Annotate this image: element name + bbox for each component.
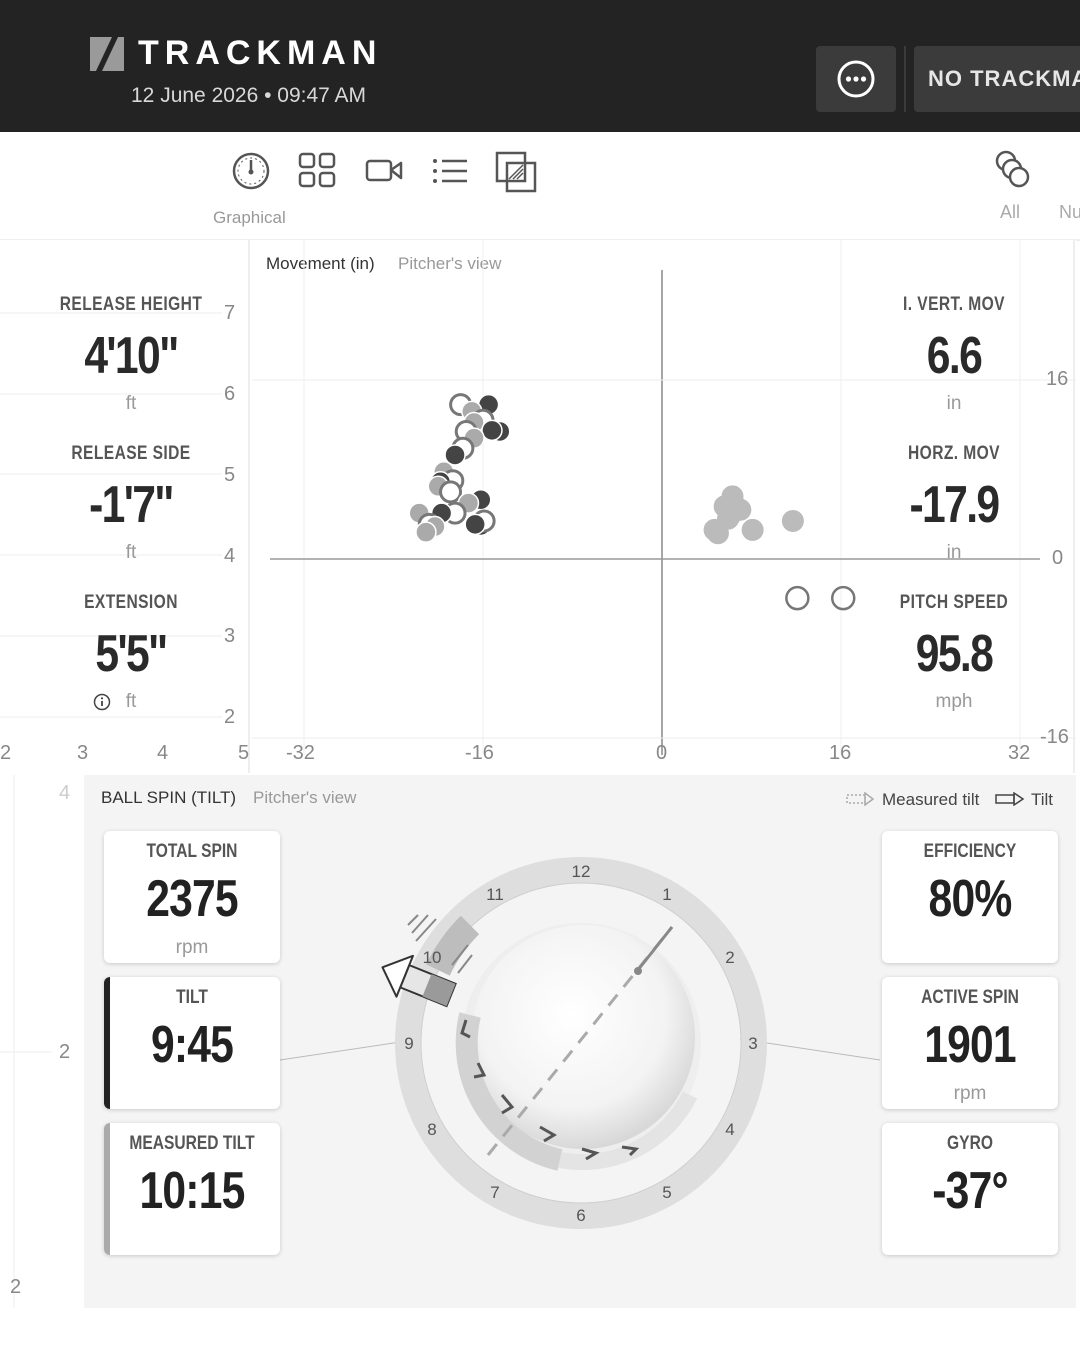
balls-filter-button[interactable] [992,149,1034,198]
movement-x-tick: 16 [829,742,852,764]
movement-point[interactable] [830,585,856,611]
tab-overlay[interactable] [495,151,539,200]
movement-point[interactable] [415,521,437,543]
vert-mov-unit: in [946,393,962,414]
active-spin-unit: rpm [953,1083,987,1104]
tab-tiles[interactable] [298,151,338,196]
tab-graphical[interactable] [231,151,271,196]
clock-number: 10 [423,948,442,967]
header-divider [904,46,906,112]
movement-point[interactable] [481,419,503,442]
movement-point[interactable] [741,518,764,541]
tab-video[interactable] [364,151,404,196]
clock-number: 11 [486,885,504,904]
measured-tilt-value: 10:15 [139,1162,246,1220]
ball-spin-panel: 4 2 2 BALL SPIN (TILT) Pitcher's view Me… [0,775,1076,1308]
brand-name: TRACKMAN [138,34,383,72]
filter-all-label[interactable]: All [1000,202,1020,223]
filter-number-label[interactable]: Nu [1059,202,1080,223]
movement-x-tick: 0 [656,742,668,764]
vert-mov-title: I. VERT. MOV [903,294,1005,315]
more-dots-icon [837,60,875,98]
movement-x-tick: -32 [286,742,315,764]
vert-mov-value: 6.6 [926,327,983,385]
measured-tilt-title: MEASURED TILT [129,1133,255,1154]
efficiency-card: EFFICIENCY 80% [882,831,1058,963]
gyro-value: -37° [932,1162,1008,1220]
horz-mov-unit: in [946,542,962,563]
movement-x-tick: -16 [465,742,494,764]
total-spin-value: 2375 [146,870,238,928]
movement-point[interactable] [703,518,726,541]
clock-number: 6 [576,1206,585,1225]
active-spin-title: ACTIVE SPIN [921,987,1019,1008]
movement-point[interactable] [785,585,810,611]
gyro-title: GYRO [947,1133,993,1154]
tab-list[interactable] [430,151,470,196]
clock-number: 5 [662,1183,671,1202]
gauge-icon [232,152,270,190]
active-spin-value: 1901 [924,1016,1016,1074]
top-bar: TRACKMAN 12 June 2026 • 09:47 AM NO TRAC… [0,0,1080,132]
tilt-card: TILT 9:45 [104,977,280,1109]
horz-mov-title: HORZ. MOV [908,443,1000,464]
session-datetime: 12 June 2026 • 09:47 AM [131,84,367,107]
movement-x-tick: 32 [1008,742,1031,764]
pitch-speed-unit: mph [935,691,973,712]
balls-filter-icon [995,150,1030,188]
clock-number: 12 [572,862,591,881]
tilt-indicator-bar [104,977,110,1109]
clock-number: 9 [404,1034,413,1053]
movement-y-tick: -16 [1040,726,1069,748]
movement-point[interactable] [781,509,804,532]
clock-number: 1 [662,885,671,904]
total-spin-title: TOTAL SPIN [146,841,238,862]
clock-number: 7 [490,1183,499,1202]
tilt-value: 9:45 [150,1016,234,1074]
clock-number: 2 [725,948,734,967]
movement-y-tick: 16 [1046,368,1069,390]
pitch-speed-title: PITCH SPEED [899,592,1009,613]
connection-status-button[interactable]: NO TRACKMAN [914,46,1080,112]
movement-point[interactable] [729,498,752,521]
movement-point[interactable] [464,513,486,536]
tab-graphical-label: Graphical [213,208,286,227]
clock-number: 8 [427,1120,436,1139]
trackman-logo-icon [90,37,124,71]
gyro-card: GYRO -37° [882,1123,1058,1255]
clock-number: 3 [748,1034,757,1053]
measured-tilt-indicator-bar [104,1123,110,1255]
more-options-button[interactable] [816,46,896,112]
release-movement-panel: 7 6 5 4 3 2 2 3 4 5 RELEASE HEIGHT 4'10"… [0,240,1076,773]
clock-number: 4 [725,1120,734,1139]
movement-point[interactable] [439,480,463,504]
active-spin-card: ACTIVE SPIN 1901 rpm [882,977,1058,1109]
total-spin-card: TOTAL SPIN 2375 rpm [104,831,280,963]
horz-mov-value: -17.9 [909,476,1001,534]
total-spin-unit: rpm [175,937,209,958]
tilt-title: TILT [176,987,208,1008]
video-icon [365,159,403,182]
measured-tilt-card: MEASURED TILT 10:15 [104,1123,280,1255]
list-icon [433,159,467,183]
view-toolbar: Graphical All Nu [0,133,1080,241]
efficiency-value: 80% [928,870,1013,928]
grid-icon [298,152,336,188]
pitch-speed-value: 95.8 [915,625,994,683]
overlay-icon [495,151,537,193]
efficiency-title: EFFICIENCY [923,841,1017,862]
